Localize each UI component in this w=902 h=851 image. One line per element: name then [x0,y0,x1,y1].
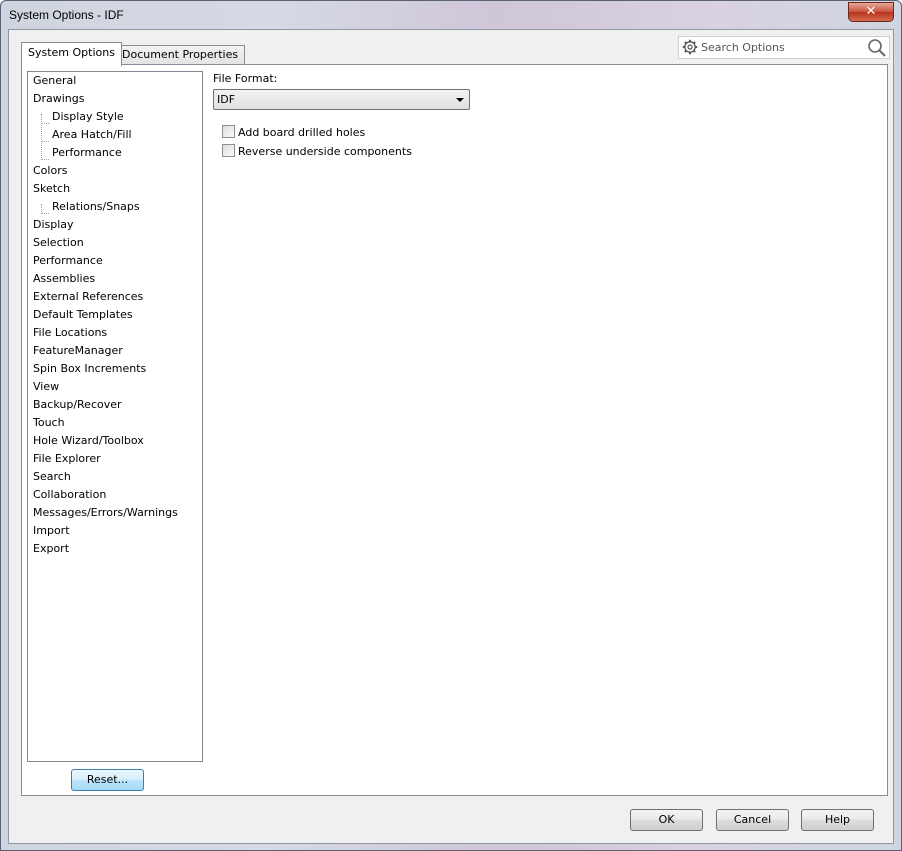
tree-item-touch[interactable]: Touch [33,414,65,432]
reset-button[interactable]: Reset... [71,769,144,791]
tree-item-file-explorer[interactable]: File Explorer [33,450,101,468]
reverse-underside-components-label[interactable]: Reverse underside components [238,145,412,158]
tree-connector [42,141,49,142]
tree-item-search[interactable]: Search [33,468,71,486]
file-format-label: File Format: [213,72,278,85]
file-format-value: IDF [217,93,236,106]
reverse-underside-components-checkbox[interactable] [222,144,235,157]
tree-item-file-locations[interactable]: File Locations [33,324,107,342]
tree-item-area-hatch-fill[interactable]: Area Hatch/Fill [52,126,132,144]
tree-item-hole-wizard-toolbox[interactable]: Hole Wizard/Toolbox [33,432,144,450]
tree-item-display-style[interactable]: Display Style [52,108,124,126]
dialog-client-area: System Options Document Properties Searc… [8,29,894,844]
tree-item-general[interactable]: General [33,72,76,90]
chevron-down-icon [456,98,464,102]
options-panel: General Drawings Display Style Area Hatc… [21,64,888,796]
add-board-drilled-holes-label[interactable]: Add board drilled holes [238,126,365,139]
tree-item-colors[interactable]: Colors [33,162,67,180]
tree-connector [42,213,49,214]
help-button[interactable]: Help [801,809,874,831]
tree-connector [41,114,42,160]
tab-system-options[interactable]: System Options [21,42,122,66]
tree-item-import[interactable]: Import [33,522,70,540]
tree-item-external-references[interactable]: External References [33,288,143,306]
cancel-button[interactable]: Cancel [716,809,789,831]
window-title: System Options - IDF [9,8,124,22]
tree-item-display[interactable]: Display [33,216,74,234]
tree-item-messages-errors-warnings[interactable]: Messages/Errors/Warnings [33,504,178,522]
tree-item-spin-box-increments[interactable]: Spin Box Increments [33,360,146,378]
tab-document-properties[interactable]: Document Properties [115,45,246,65]
magnifier-icon[interactable] [867,38,887,58]
search-options-box[interactable]: Search Options [678,36,890,59]
tree-item-sketch[interactable]: Sketch [33,180,70,198]
tree-item-drawings[interactable]: Drawings [33,90,84,108]
file-format-select[interactable]: IDF [213,89,470,110]
search-input[interactable]: Search Options [701,41,785,54]
tree-item-view[interactable]: View [33,378,59,396]
tree-item-relations-snaps[interactable]: Relations/Snaps [52,198,140,216]
add-board-drilled-holes-checkbox[interactable] [222,125,235,138]
tree-item-selection[interactable]: Selection [33,234,84,252]
tree-item-assemblies[interactable]: Assemblies [33,270,95,288]
gear-icon[interactable] [682,39,698,55]
tree-item-featuremanager[interactable]: FeatureManager [33,342,123,360]
close-button[interactable]: ✕ [848,2,894,22]
close-icon: ✕ [865,4,877,19]
options-tree[interactable]: General Drawings Display Style Area Hatc… [27,71,203,762]
tree-item-collaboration[interactable]: Collaboration [33,486,106,504]
tree-connector [42,159,49,160]
tree-item-drawings-performance[interactable]: Performance [52,144,122,162]
tree-item-performance[interactable]: Performance [33,252,103,270]
tree-item-backup-recover[interactable]: Backup/Recover [33,396,122,414]
tree-connector [42,123,49,124]
tree-item-export[interactable]: Export [33,540,69,558]
dialog-window: System Options - IDF ✕ System Options Do… [0,0,902,851]
ok-button[interactable]: OK [630,809,703,831]
title-bar[interactable]: System Options - IDF ✕ [1,1,901,29]
tree-item-default-templates[interactable]: Default Templates [33,306,133,324]
